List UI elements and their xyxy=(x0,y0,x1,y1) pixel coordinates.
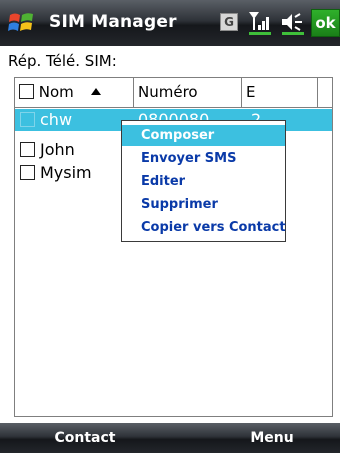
signal-strength-icon[interactable] xyxy=(247,9,273,37)
menu-item-composer[interactable]: Composer xyxy=(122,125,285,146)
context-menu: Composer Envoyer SMS Editer Supprimer Co… xyxy=(121,120,286,242)
softkey-menu[interactable]: Menu xyxy=(204,423,340,453)
menu-item-send-sms[interactable]: Envoyer SMS xyxy=(122,148,285,169)
contact-name: Mysim xyxy=(40,163,92,182)
app-title: SIM Manager xyxy=(49,12,177,32)
contact-name: John xyxy=(40,140,75,159)
contact-name: chw xyxy=(40,110,73,129)
row-checkbox[interactable] xyxy=(20,165,35,180)
column-header-number[interactable]: Numéro xyxy=(134,78,242,107)
sim-phonebook-label: Rép. Télé. SIM: xyxy=(8,52,117,70)
row-checkbox[interactable] xyxy=(20,112,35,127)
windows-flag-icon[interactable] xyxy=(6,8,38,38)
ok-button[interactable]: ok xyxy=(311,9,340,37)
menu-item-copy-to-contact[interactable]: Copier vers Contact xyxy=(122,217,286,238)
select-all-checkbox[interactable] xyxy=(19,84,34,99)
menu-item-delete[interactable]: Supprimer xyxy=(122,194,285,215)
softkey-contact[interactable]: Contact xyxy=(0,423,170,453)
title-bar: SIM Manager G ok xyxy=(0,0,340,46)
column-header-e[interactable]: E xyxy=(242,78,318,107)
speaker-volume-icon[interactable] xyxy=(280,10,306,36)
gprs-status-icon: G xyxy=(220,13,238,31)
list-header: Nom Numéro E xyxy=(15,78,332,108)
sort-ascending-icon xyxy=(90,88,101,95)
menu-item-edit[interactable]: Editer xyxy=(122,171,285,192)
column-header-name[interactable]: Nom xyxy=(15,78,134,107)
softkey-bar: Contact Menu xyxy=(0,423,340,453)
column-header-name-label: Nom xyxy=(38,83,74,101)
row-checkbox[interactable] xyxy=(20,142,35,157)
